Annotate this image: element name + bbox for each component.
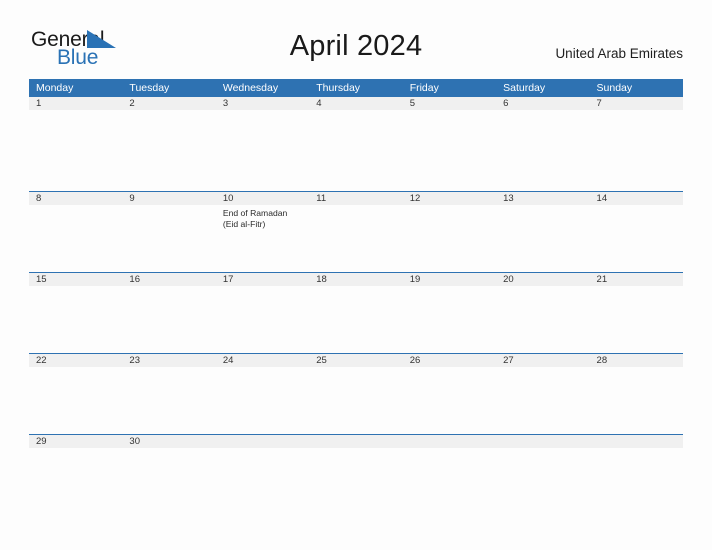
- week-date-band: 29 30: [29, 435, 683, 448]
- day-number[interactable]: 22: [29, 354, 122, 367]
- day-cell-with-event[interactable]: End of Ramadan (Eid al-Fitr): [216, 205, 309, 272]
- day-number[interactable]: 29: [29, 435, 122, 448]
- day-cell[interactable]: [403, 110, 496, 191]
- day-number[interactable]: 7: [590, 97, 683, 110]
- day-cell[interactable]: [29, 110, 122, 191]
- day-cell-empty: [403, 448, 496, 515]
- day-number[interactable]: 3: [216, 97, 309, 110]
- day-cell[interactable]: [496, 286, 589, 353]
- week-event-band: [29, 286, 683, 353]
- day-cell-empty: [590, 448, 683, 515]
- weekday-header-sunday: Sunday: [596, 82, 633, 94]
- day-cell[interactable]: [496, 367, 589, 434]
- day-number[interactable]: 14: [590, 192, 683, 205]
- calendar-grid: Monday Tuesday Wednesday Thursday Friday…: [29, 79, 683, 515]
- week-event-band: End of Ramadan (Eid al-Fitr): [29, 205, 683, 272]
- calendar-week-row: 1 2 3 4 5 6 7: [29, 97, 683, 191]
- day-number-empty: [496, 435, 589, 448]
- page-header: General Blue April 2024 United Arab Emir…: [0, 0, 712, 76]
- day-cell[interactable]: [29, 367, 122, 434]
- day-cell-empty: [496, 448, 589, 515]
- day-number[interactable]: 9: [122, 192, 215, 205]
- day-cell[interactable]: [29, 205, 122, 272]
- day-cell[interactable]: [309, 110, 402, 191]
- day-number[interactable]: 17: [216, 273, 309, 286]
- day-cell[interactable]: [403, 205, 496, 272]
- day-cell[interactable]: [309, 367, 402, 434]
- day-number[interactable]: 26: [403, 354, 496, 367]
- day-cell[interactable]: [216, 367, 309, 434]
- day-cell[interactable]: [309, 205, 402, 272]
- day-number[interactable]: 12: [403, 192, 496, 205]
- day-number[interactable]: 1: [29, 97, 122, 110]
- day-cell[interactable]: [590, 367, 683, 434]
- day-cell[interactable]: [403, 286, 496, 353]
- day-cell[interactable]: [122, 367, 215, 434]
- week-event-band: [29, 367, 683, 434]
- day-cell[interactable]: [122, 205, 215, 272]
- day-cell[interactable]: [403, 367, 496, 434]
- weekday-header-tuesday: Tuesday: [129, 82, 170, 94]
- day-number[interactable]: 21: [590, 273, 683, 286]
- day-number[interactable]: 4: [309, 97, 402, 110]
- day-number[interactable]: 16: [122, 273, 215, 286]
- weekday-header-monday: Monday: [36, 82, 74, 94]
- calendar-week-row: 8 9 10 11 12 13 14 End of Ramadan (Eid a…: [29, 191, 683, 272]
- day-number[interactable]: 2: [122, 97, 215, 110]
- week-date-band: 8 9 10 11 12 13 14: [29, 192, 683, 205]
- day-number[interactable]: 30: [122, 435, 215, 448]
- day-cell[interactable]: [309, 286, 402, 353]
- calendar-week-row: 15 16 17 18 19 20 21: [29, 272, 683, 353]
- week-date-band: 1 2 3 4 5 6 7: [29, 97, 683, 110]
- country-label: United Arab Emirates: [555, 46, 683, 61]
- day-number-empty: [309, 435, 402, 448]
- weekday-header-friday: Friday: [409, 82, 439, 94]
- day-number[interactable]: 11: [309, 192, 402, 205]
- weekday-header-saturday: Saturday: [503, 82, 546, 94]
- day-number[interactable]: 28: [590, 354, 683, 367]
- day-number[interactable]: 25: [309, 354, 402, 367]
- day-number[interactable]: 5: [403, 97, 496, 110]
- day-cell[interactable]: [496, 205, 589, 272]
- day-cell[interactable]: [122, 448, 215, 515]
- day-cell[interactable]: [590, 110, 683, 191]
- weekday-header-thursday: Thursday: [316, 82, 361, 94]
- day-cell[interactable]: [29, 286, 122, 353]
- day-cell[interactable]: [216, 286, 309, 353]
- day-number[interactable]: 10: [216, 192, 309, 205]
- day-number-empty: [590, 435, 683, 448]
- day-number[interactable]: 27: [496, 354, 589, 367]
- day-number[interactable]: 23: [122, 354, 215, 367]
- week-event-band: [29, 448, 683, 515]
- day-cell[interactable]: [590, 205, 683, 272]
- day-number[interactable]: 6: [496, 97, 589, 110]
- day-number[interactable]: 13: [496, 192, 589, 205]
- week-date-band: 22 23 24 25 26 27 28: [29, 354, 683, 367]
- day-event-text: End of Ramadan (Eid al-Fitr): [222, 208, 288, 229]
- weekday-header-wednesday: Wednesday: [222, 82, 279, 94]
- weekday-header-row: Monday Tuesday Wednesday Thursday Friday…: [29, 79, 683, 97]
- day-cell[interactable]: [29, 448, 122, 515]
- day-number[interactable]: 15: [29, 273, 122, 286]
- day-cell[interactable]: [216, 110, 309, 191]
- day-number[interactable]: 18: [309, 273, 402, 286]
- day-number[interactable]: 8: [29, 192, 122, 205]
- day-cell-empty: [216, 448, 309, 515]
- day-cell[interactable]: [122, 286, 215, 353]
- calendar-week-row: 29 30: [29, 434, 683, 515]
- day-cell-empty: [309, 448, 402, 515]
- week-event-band: [29, 110, 683, 191]
- day-number[interactable]: 24: [216, 354, 309, 367]
- week-date-band: 15 16 17 18 19 20 21: [29, 273, 683, 286]
- day-number[interactable]: 19: [403, 273, 496, 286]
- day-cell[interactable]: [590, 286, 683, 353]
- day-number-empty: [216, 435, 309, 448]
- calendar-week-row: 22 23 24 25 26 27 28: [29, 353, 683, 434]
- day-number[interactable]: 20: [496, 273, 589, 286]
- day-cell[interactable]: [122, 110, 215, 191]
- day-number-empty: [403, 435, 496, 448]
- day-cell[interactable]: [496, 110, 589, 191]
